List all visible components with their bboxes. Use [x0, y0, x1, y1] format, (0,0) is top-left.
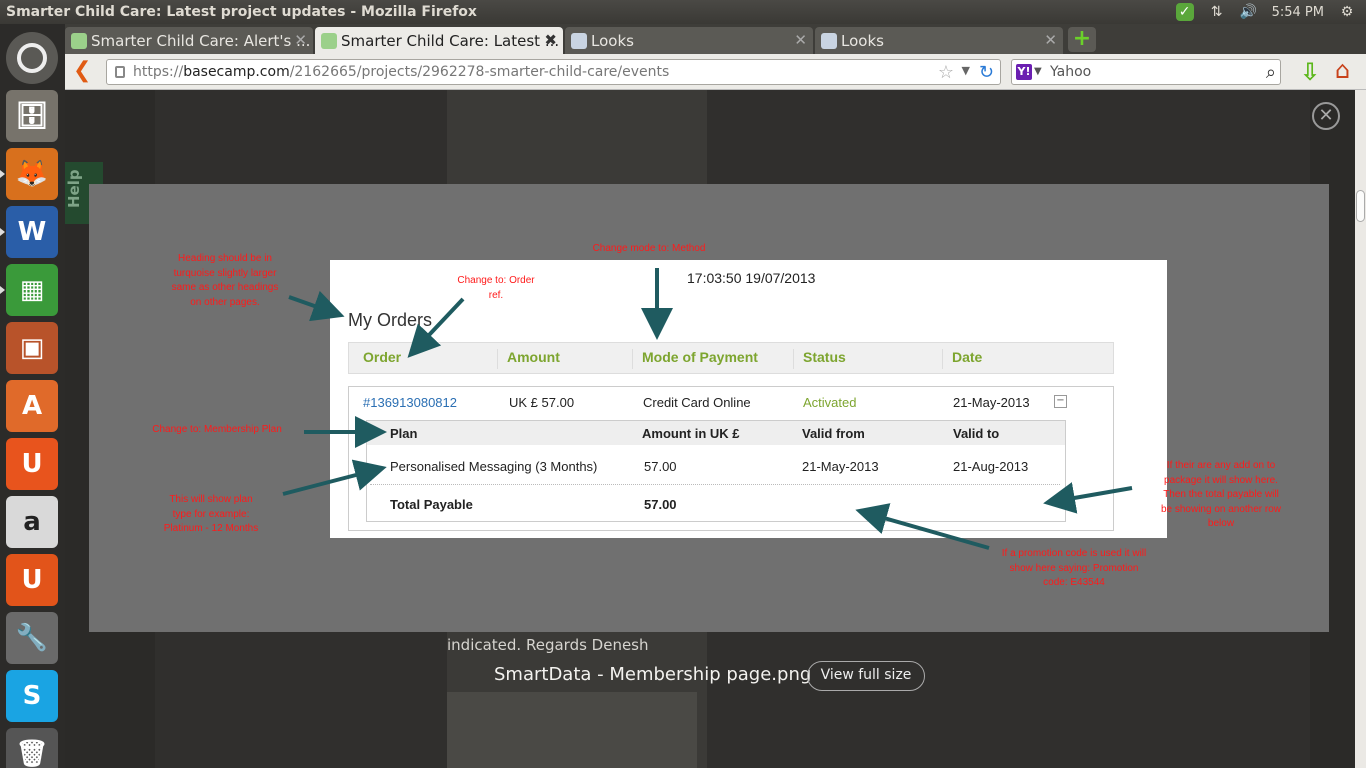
ubuntu-one-icon[interactable]: U: [6, 438, 58, 490]
tab-label: Smarter Child Care: Alert's ...: [91, 32, 311, 50]
search-engine-dropdown-icon[interactable]: ▼: [1034, 66, 1042, 77]
annotation-arrows: [282, 268, 1133, 550]
files-icon[interactable]: 🗄: [6, 90, 58, 142]
home-icon[interactable]: ⌂: [1335, 56, 1350, 84]
running-indicator: [0, 228, 5, 236]
update-icon[interactable]: ✓: [1175, 3, 1194, 21]
image-viewer: 17:03:50 19/07/2013 My Orders Order Amou…: [89, 184, 1329, 632]
tab-looks-2[interactable]: Looks ✕: [815, 27, 1063, 54]
download-icon[interactable]: ⇩: [1300, 58, 1320, 86]
search-icon[interactable]: ⌕: [1266, 62, 1276, 83]
amazon-icon[interactable]: a: [6, 496, 58, 548]
tab-latest-updates[interactable]: Smarter Child Care: Latest ... ✖: [315, 27, 563, 54]
search-engine-label: Yahoo: [1050, 64, 1092, 80]
looks-icon: [571, 33, 587, 49]
comment-text: indicated. Regards Denesh: [447, 636, 649, 654]
arrow-plan-type: [282, 459, 387, 496]
skype-icon[interactable]: S: [6, 670, 58, 722]
writer-icon[interactable]: W: [6, 206, 58, 258]
tab-label: Looks: [591, 32, 634, 50]
arrow-order-ref: [407, 297, 465, 358]
basecamp-icon: [321, 33, 337, 49]
gear-icon[interactable]: ⚙: [1338, 3, 1356, 21]
arrow-promo: [855, 503, 990, 550]
firefox-icon[interactable]: 🦊: [6, 148, 58, 200]
running-indicator: [0, 170, 5, 178]
system-settings-icon[interactable]: 🔧: [6, 612, 58, 664]
url-path: /2162665/projects/2962278-smarter-child-…: [289, 64, 670, 80]
url-domain: basecamp.com: [183, 64, 290, 80]
scrollbar-thumb[interactable]: [1356, 190, 1365, 222]
tab-looks-1[interactable]: Looks ✕: [565, 27, 813, 54]
history-dropdown-icon[interactable]: ▼: [962, 64, 970, 77]
launcher: 🗄 🦊 W ▦ ▣ A U a U 🔧 S 🗑: [0, 24, 65, 768]
tab-bar: Smarter Child Care: Alert's ... ✕ Smarte…: [65, 24, 1366, 54]
arrow-heading: [288, 290, 345, 322]
close-icon[interactable]: ✕: [294, 31, 307, 49]
yahoo-icon[interactable]: Y!: [1016, 64, 1032, 80]
volume-icon[interactable]: 🔊: [1240, 3, 1258, 21]
new-tab-button[interactable]: +: [1068, 27, 1096, 52]
close-icon[interactable]: ✕: [1312, 102, 1340, 130]
tab-label: Smarter Child Care: Latest ...: [341, 32, 560, 50]
looks-icon: [821, 33, 837, 49]
impress-icon[interactable]: ▣: [6, 322, 58, 374]
running-indicator: [0, 286, 5, 294]
search-bar[interactable]: Y! ▼ Yahoo ⌕: [1011, 59, 1281, 85]
image-caption: SmartData - Membership page.png: [494, 664, 812, 685]
top-panel: Smarter Child Care: Latest project updat…: [0, 0, 1366, 24]
tab-label: Looks: [841, 32, 884, 50]
url-prefix: https://: [133, 64, 184, 80]
tab-alerts[interactable]: Smarter Child Care: Alert's ... ✕: [65, 27, 313, 54]
basecamp-icon: [71, 33, 87, 49]
software-center-icon[interactable]: A: [6, 380, 58, 432]
window-title: Smarter Child Care: Latest project updat…: [6, 4, 477, 20]
network-icon[interactable]: ⇅: [1208, 3, 1226, 21]
navigation-bar: ❮ https://basecamp.com/2162665/projects/…: [65, 54, 1366, 90]
view-full-size-button[interactable]: View full size: [807, 661, 925, 691]
close-icon[interactable]: ✖: [544, 31, 557, 49]
page-content: Help ✕ 17:03:50 19/07/2013 My Orders Ord…: [65, 90, 1355, 768]
ubuntu-one-music-icon[interactable]: U: [6, 554, 58, 606]
lock-icon: [115, 66, 125, 78]
trash-icon[interactable]: 🗑: [6, 728, 58, 768]
url-bar[interactable]: https://basecamp.com/2162665/projects/29…: [106, 59, 1001, 85]
bookmark-star-icon[interactable]: ☆: [938, 62, 954, 83]
calc-icon[interactable]: ▦: [6, 264, 58, 316]
back-button[interactable]: ❮: [73, 60, 97, 84]
ubuntu-home-icon[interactable]: [6, 32, 58, 84]
system-tray: ✓ ⇅ 🔊 5:54 PM ⚙: [1175, 3, 1366, 21]
close-icon[interactable]: ✕: [1044, 31, 1057, 49]
scrollbar[interactable]: [1355, 90, 1366, 768]
clock[interactable]: 5:54 PM: [1272, 5, 1324, 20]
close-icon[interactable]: ✕: [794, 31, 807, 49]
arrow-addon: [1043, 482, 1133, 514]
reload-icon[interactable]: ↻: [979, 62, 994, 83]
attachment-thumbnail[interactable]: [447, 692, 697, 768]
